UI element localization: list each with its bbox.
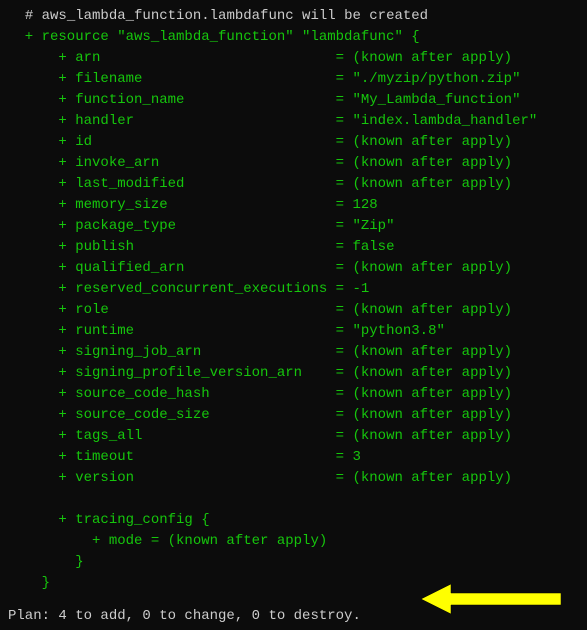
attr-value: = 3 xyxy=(336,447,361,468)
attribute-row: + memory_size = 128 xyxy=(8,195,579,216)
attr-key: + publish xyxy=(8,237,336,258)
attr-value: = (known after apply) xyxy=(336,48,512,69)
attr-value: = (known after apply) xyxy=(336,132,512,153)
attr-value: = "./myzip/python.zip" xyxy=(336,69,521,90)
attr-key: + source_code_hash xyxy=(8,384,336,405)
attr-key: + timeout xyxy=(8,447,336,468)
attr-key: + handler xyxy=(8,111,336,132)
terminal-output: # aws_lambda_function.lambdafunc will be… xyxy=(8,6,579,627)
attr-key: + package_type xyxy=(8,216,336,237)
attribute-row: + handler = "index.lambda_handler" xyxy=(8,111,579,132)
attribute-row: + last_modified = (known after apply) xyxy=(8,174,579,195)
attr-value: = "My_Lambda_function" xyxy=(336,90,521,111)
attribute-row: + source_code_hash = (known after apply) xyxy=(8,384,579,405)
attribute-row: + role = (known after apply) xyxy=(8,300,579,321)
tracing-config-close: } xyxy=(8,552,579,573)
resource-open-line: + resource "aws_lambda_function" "lambda… xyxy=(8,27,579,48)
attr-value: = (known after apply) xyxy=(336,258,512,279)
attr-key: + id xyxy=(8,132,336,153)
yellow-arrow-annotation xyxy=(421,584,561,614)
attr-value: = 128 xyxy=(336,195,378,216)
attribute-row: + version = (known after apply) xyxy=(8,468,579,489)
attr-value: = (known after apply) xyxy=(336,174,512,195)
attr-key: + reserved_concurrent_executions xyxy=(8,279,336,300)
attr-key: + signing_job_arn xyxy=(8,342,336,363)
attribute-row: + runtime = "python3.8" xyxy=(8,321,579,342)
attr-key: + version xyxy=(8,468,336,489)
attribute-row: + id = (known after apply) xyxy=(8,132,579,153)
attribute-row: + timeout = 3 xyxy=(8,447,579,468)
attribute-row: + filename = "./myzip/python.zip" xyxy=(8,69,579,90)
attr-value: = "Zip" xyxy=(336,216,395,237)
attribute-row: + arn = (known after apply) xyxy=(8,48,579,69)
attr-value: = (known after apply) xyxy=(336,384,512,405)
attribute-row: + reserved_concurrent_executions = -1 xyxy=(8,279,579,300)
attr-value: = (known after apply) xyxy=(336,468,512,489)
attr-key: + last_modified xyxy=(8,174,336,195)
attr-value: = (known after apply) xyxy=(336,300,512,321)
attr-key: + filename xyxy=(8,69,336,90)
attr-value: = (known after apply) xyxy=(336,363,512,384)
blank-line xyxy=(8,489,579,510)
attr-key: + role xyxy=(8,300,336,321)
attr-value: = "index.lambda_handler" xyxy=(336,111,538,132)
attribute-row: + signing_job_arn = (known after apply) xyxy=(8,342,579,363)
attribute-row: + publish = false xyxy=(8,237,579,258)
attr-key: + runtime xyxy=(8,321,336,342)
comment-line: # aws_lambda_function.lambdafunc will be… xyxy=(8,6,579,27)
attribute-row: + invoke_arn = (known after apply) xyxy=(8,153,579,174)
attr-key: + invoke_arn xyxy=(8,153,336,174)
tracing-config-open: + tracing_config { xyxy=(8,510,579,531)
attr-key: + signing_profile_version_arn xyxy=(8,363,336,384)
attribute-row: + signing_profile_version_arn = (known a… xyxy=(8,363,579,384)
attr-key: + arn xyxy=(8,48,336,69)
attribute-row: + tags_all = (known after apply) xyxy=(8,426,579,447)
attr-value: = (known after apply) xyxy=(336,342,512,363)
tracing-mode-line: + mode = (known after apply) xyxy=(8,531,579,552)
attr-key: + function_name xyxy=(8,90,336,111)
attr-value: = (known after apply) xyxy=(336,153,512,174)
attr-value: = "python3.8" xyxy=(336,321,445,342)
attr-key: + memory_size xyxy=(8,195,336,216)
attribute-list: + arn = (known after apply) + filename =… xyxy=(8,48,579,489)
attr-value: = false xyxy=(336,237,395,258)
attr-value: = (known after apply) xyxy=(336,426,512,447)
attr-value: = (known after apply) xyxy=(336,405,512,426)
attribute-row: + package_type = "Zip" xyxy=(8,216,579,237)
attr-value: = -1 xyxy=(336,279,370,300)
attribute-row: + qualified_arn = (known after apply) xyxy=(8,258,579,279)
attribute-row: + source_code_size = (known after apply) xyxy=(8,405,579,426)
attr-key: + qualified_arn xyxy=(8,258,336,279)
attribute-row: + function_name = "My_Lambda_function" xyxy=(8,90,579,111)
attr-key: + tags_all xyxy=(8,426,336,447)
attr-key: + source_code_size xyxy=(8,405,336,426)
